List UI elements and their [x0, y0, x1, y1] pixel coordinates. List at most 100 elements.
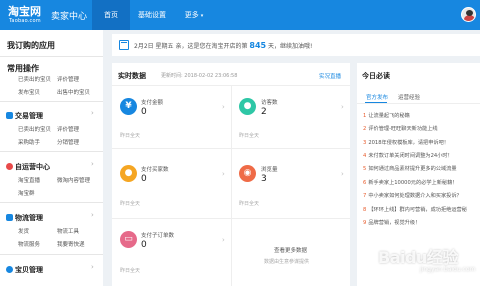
chevron-right-icon[interactable]: › — [222, 170, 225, 178]
list-item[interactable]: 3 2018年侵权模板库，请把申诉吧！ — [363, 139, 449, 146]
sidebar-link-distribution[interactable]: 分销管理 — [57, 138, 79, 146]
list-item-text: 品牌营销，视觉升级！ — [368, 220, 421, 226]
sidebar-link-weitao[interactable]: 微淘内容管理 — [57, 176, 90, 184]
divider — [0, 202, 103, 203]
sidebar-link-logistics-service[interactable]: 物流服务 — [18, 240, 40, 248]
product-icon — [6, 266, 13, 273]
watermark-text: Baidu经验 — [378, 248, 458, 267]
tab-official-release[interactable]: 官方发布 — [366, 93, 388, 101]
avatar[interactable] — [461, 7, 476, 22]
list-item[interactable]: 1 让流量起飞的秘籍 — [363, 112, 410, 119]
list-item[interactable]: 5 如何通过商品素材提升更多的公域流量 — [363, 165, 457, 172]
metric-value-visitors: 2 — [261, 107, 267, 117]
metric-label-paying-buyers: 支付买家数 — [141, 167, 169, 173]
list-item[interactable]: 7 中小卖家如何处理数据介入和买家投诉？ — [363, 192, 462, 199]
chevron-right-icon[interactable]: › — [91, 263, 94, 271]
update-time: 更新时间: 2018-02-02 23:06:58 — [161, 73, 238, 79]
chevron-down-icon: ▾ — [200, 13, 204, 19]
sidebar-section-self-operation[interactable]: 自运营中心 — [15, 162, 50, 172]
chevron-right-icon[interactable]: › — [341, 170, 344, 178]
live-broadcast-link[interactable]: 实况直播 — [319, 72, 341, 80]
metric-value-paid-suborders: 0 — [141, 240, 147, 250]
tab-more-label: 更多 — [184, 11, 199, 19]
list-item-number: 3 — [363, 140, 367, 146]
sidebar-link-review-management[interactable]: 评价管理 — [57, 75, 79, 83]
list-item[interactable]: 8 【环环上线】群内可营销，成功拒绝运营秘 — [363, 206, 467, 213]
sidebar-link-send-express[interactable]: 我要寄快递 — [57, 240, 85, 248]
sidebar-link-taobao-group[interactable]: 淘宝群 — [18, 189, 35, 197]
trade-icon — [6, 112, 13, 119]
chevron-right-icon[interactable]: › — [222, 236, 225, 244]
list-item-number: 9 — [363, 220, 367, 226]
sidebar-link-items-on-sale[interactable]: 出售中的宝贝 — [57, 88, 90, 96]
sidebar-section-logistics[interactable]: 物流管理 — [15, 213, 43, 223]
sidebar-link-sold-items[interactable]: 已卖出的宝贝 — [18, 125, 51, 133]
tab-more[interactable]: 更多 ▾ — [176, 0, 212, 30]
list-item-number: 8 — [363, 207, 367, 213]
divider — [112, 218, 350, 219]
sidebar-link-publish-item[interactable]: 发布宝贝 — [18, 88, 40, 96]
list-item-number: 5 — [363, 166, 367, 172]
notice-prefix: 2月2日 星期五 亲，这是您在淘宝开店的第 — [134, 43, 248, 50]
tab-home-label: 首页 — [104, 11, 118, 19]
metric-sub-visitors: 昨日全天 — [239, 133, 260, 139]
seller-center-title[interactable]: 卖家中心 — [51, 9, 87, 22]
tab-basic-settings[interactable]: 基础设置 — [130, 0, 174, 30]
orders-icon: ▭ — [120, 231, 137, 248]
sidebar-link-logistics-tools[interactable]: 物流工具 — [57, 227, 79, 235]
list-item-text: 2018年侵权模板库，请把申诉吧！ — [368, 140, 449, 146]
list-item[interactable]: 6 新手卖家上10000元的必学上新秘籍！ — [363, 179, 457, 186]
sidebar-link-review-management[interactable]: 评价管理 — [57, 125, 79, 133]
yen-icon: ¥ — [120, 98, 137, 115]
metric-value-page-views: 3 — [261, 174, 267, 184]
visitors-icon: ● — [239, 98, 256, 115]
list-item-number: 4 — [363, 153, 367, 159]
metric-label-paid-suborders: 支付子订单数 — [141, 233, 175, 239]
divider — [0, 254, 103, 255]
taobao-logo[interactable]: 淘宝网 Taobao.com — [8, 3, 48, 27]
sidebar-link-sold-items[interactable]: 已卖出的宝贝 — [18, 75, 51, 83]
sidebar-link-live[interactable]: 淘宝直播 — [18, 176, 40, 184]
list-item-text: 让流量起飞的秘籍 — [368, 113, 410, 119]
tab-operation-experience[interactable]: 运营经验 — [398, 93, 420, 101]
view-more-data-link[interactable]: 查看更多数据 — [274, 246, 307, 254]
chevron-right-icon[interactable]: › — [341, 103, 344, 111]
metric-label-payment-amount: 支付金额 — [141, 100, 164, 106]
list-item-number: 7 — [363, 193, 367, 199]
metric-value-paying-buyers: 0 — [141, 174, 147, 184]
list-item-text: 如何通过商品素材提升更多的公域流量 — [368, 166, 457, 172]
sidebar-section-product[interactable]: 宝贝管理 — [15, 265, 43, 275]
chevron-right-icon[interactable]: › — [91, 211, 94, 219]
list-item[interactable]: 4 未付款订单关闭时间调整为24小时！ — [363, 152, 453, 159]
calendar-icon — [119, 40, 129, 50]
divider — [0, 56, 103, 57]
common-ops-title: 常用操作 — [7, 64, 39, 73]
metric-sub-payment-amount: 昨日全天 — [120, 133, 141, 139]
tab-home[interactable]: 首页 — [92, 0, 130, 30]
list-item-number: 1 — [363, 113, 367, 119]
tab-basic-settings-label: 基础设置 — [138, 11, 166, 19]
list-item[interactable]: 9 品牌营销，视觉升级！ — [363, 219, 420, 226]
divider — [112, 148, 350, 149]
divider — [0, 151, 103, 152]
divider — [357, 103, 480, 104]
logistics-icon — [6, 214, 13, 221]
chevron-right-icon[interactable]: › — [222, 103, 225, 111]
chevron-right-icon[interactable]: › — [91, 160, 94, 168]
top-nav-bar: 淘宝网 Taobao.com 卖家中心 首页 基础设置 更多 ▾ — [0, 0, 480, 30]
chevron-right-icon[interactable]: › — [91, 109, 94, 117]
logo-text: 淘宝网 — [8, 5, 41, 18]
list-item[interactable]: 2 评价管理-旺旺聊天新功能上线 — [363, 125, 438, 132]
sidebar-link-ship[interactable]: 发货 — [18, 227, 29, 235]
sidebar-link-purchase-assistant[interactable]: 采购助手 — [18, 138, 40, 146]
shop-days-notice: 2月2日 星期五 亲，这是您在淘宝开店的第 845 天，继续加油哦! — [112, 34, 480, 56]
metric-sub-paid-suborders: 昨日全天 — [120, 268, 141, 274]
list-item-text: 中小卖家如何处理数据介入和买家投诉？ — [368, 193, 462, 199]
sidebar: 我订购的应用 常用操作 已卖出的宝贝 评价管理 发布宝贝 出售中的宝贝 交易管理… — [0, 30, 103, 286]
metric-label-visitors: 访客数 — [261, 100, 278, 106]
sidebar-section-trade[interactable]: 交易管理 — [15, 111, 43, 121]
list-item-text: 新手卖家上10000元的必学上新秘籍！ — [368, 180, 458, 186]
list-item-text: 【环环上线】群内可营销，成功拒绝运营秘 — [368, 207, 467, 213]
watermark-url: jingyan.baidu.com — [420, 266, 476, 273]
realtime-data-panel: 实时数据 更新时间: 2018-02-02 23:06:58 实况直播 ¥ 支付… — [112, 63, 350, 286]
